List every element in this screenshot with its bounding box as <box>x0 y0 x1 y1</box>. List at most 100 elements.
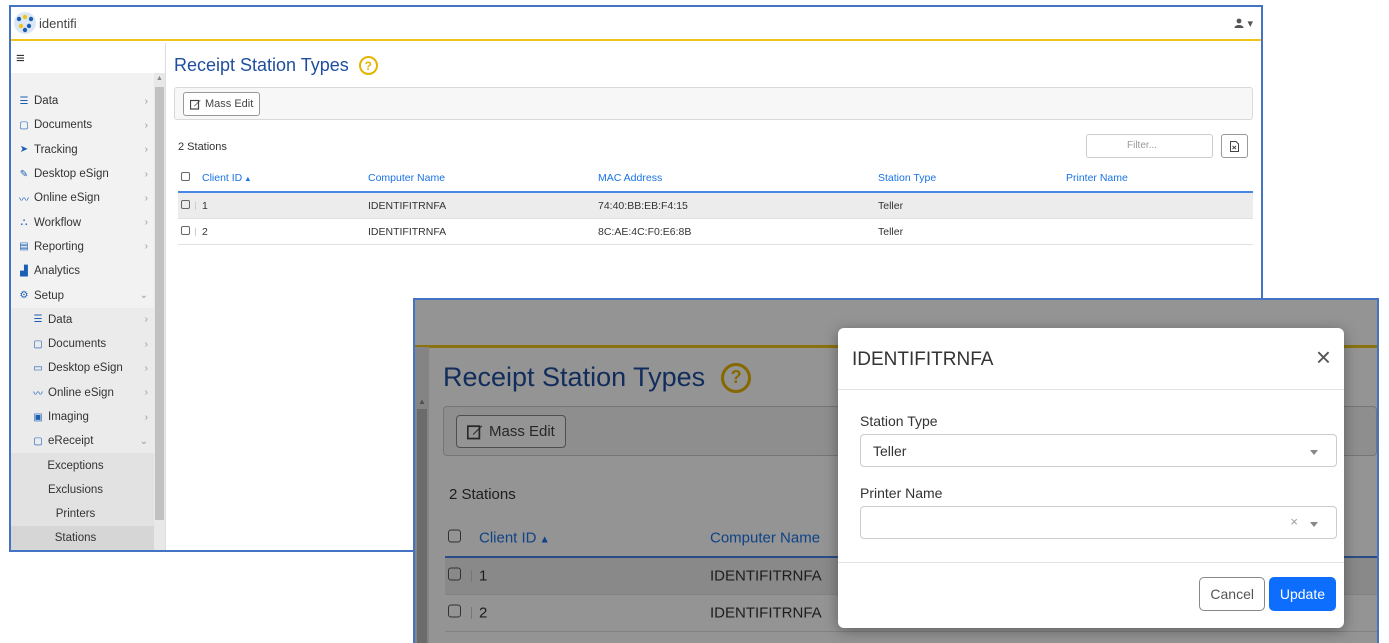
mass-edit-button[interactable]: Mass Edit <box>183 92 261 116</box>
scroll-up-icon[interactable]: ▲ <box>154 73 165 85</box>
sidebar-item-label: Online eSign <box>34 192 100 205</box>
sidebar-scrollbar[interactable]: ▲ <box>154 73 165 550</box>
sidebar-setup-item-documents[interactable]: ▢ Documents › <box>11 331 154 357</box>
column-header-printer-name[interactable]: Printer Name <box>1066 172 1128 184</box>
chevron-right-icon: › <box>144 362 148 374</box>
sidebar-setup-item-desktop-esign[interactable]: ▭ Desktop eSign › <box>11 356 154 381</box>
printer-name-select[interactable]: × <box>860 506 1337 539</box>
modal-header: IDENTIFITRNFA × <box>838 328 1344 390</box>
column-header-label: Computer Name <box>368 172 446 184</box>
sidebar: ≡ ☰ Data › ▢ Documents › ➤ Tracking › ✎ Desktop eS… <box>11 43 166 550</box>
cell-divider <box>195 201 196 210</box>
table-row[interactable]: 1 IDENTIFITRNFA 74:40:BB:EB:F4:15 Teller <box>178 193 1253 219</box>
sidebar-ereceipt-item-printers[interactable]: Printers <box>11 502 154 527</box>
chevron-down-icon: ▾ <box>1247 17 1253 30</box>
column-header-mac[interactable]: MAC Address <box>598 172 662 184</box>
receipt-icon: ▢ <box>33 435 43 447</box>
export-button[interactable] <box>1221 134 1248 158</box>
top-bar: identifi ▾ <box>11 7 1261 41</box>
select-all-cell <box>181 172 190 184</box>
sidebar-item-label: Setup <box>34 289 65 302</box>
table-header-row: Client ID ▲ Computer Name MAC Address Stati… <box>178 165 1253 193</box>
sidebar-setup-item-ereceipt[interactable]: ▢ eReceipt ⌄ <box>11 429 154 454</box>
monitor-icon: ▭ <box>33 362 43 374</box>
sidebar-ereceipt-item-exceptions[interactable]: Exceptions <box>11 453 154 478</box>
filter-input[interactable]: Filter... <box>1086 134 1213 158</box>
sidebar-item-workflow[interactable]: ⛬ Workflow › <box>11 210 154 234</box>
column-header-label: Printer Name <box>1066 172 1128 184</box>
sort-ascending-icon[interactable]: ▲ <box>242 174 251 183</box>
sidebar-setup-item-online-esign[interactable]: 〰 Online eSign › <box>11 380 154 405</box>
cell-divider <box>195 227 196 236</box>
cell-station-type: Teller <box>878 225 904 238</box>
sidebar-item-data[interactable]: ☰ Data › <box>11 89 154 113</box>
help-icon[interactable]: ? <box>358 56 378 75</box>
sidebar-item-reporting[interactable]: ▤ Reporting › <box>11 235 154 259</box>
stations-table: Client ID ▲ Computer Name MAC Address Stati… <box>178 165 1253 245</box>
scrollbar-thumb[interactable] <box>155 87 164 520</box>
cell-computer-name: IDENTIFITRNFA <box>368 225 447 238</box>
row-checkbox[interactable] <box>181 199 190 209</box>
row-select-cell <box>181 225 190 238</box>
chevron-right-icon: › <box>144 411 148 423</box>
database-icon: ☰ <box>33 314 43 326</box>
column-header-label: Client ID <box>202 172 243 184</box>
file-icon: ▤ <box>19 241 29 253</box>
user-menu[interactable]: ▾ <box>1234 17 1253 30</box>
sidebar-item-documents[interactable]: ▢ Documents › <box>11 113 154 137</box>
sidebar-item-label: Workflow <box>34 216 82 229</box>
sidebar-ereceipt-item-exclusions[interactable]: Exclusions <box>11 477 154 503</box>
sidebar-setup-item-imaging[interactable]: ▣ Imaging › <box>11 404 154 430</box>
cancel-button[interactable]: Cancel <box>1199 577 1265 611</box>
sidebar-item-label: Imaging <box>48 411 89 423</box>
printer-name-label: Printer Name <box>860 485 943 501</box>
sidebar-menu: ☰ Data › ▢ Documents › ➤ Tracking › ✎ Desktop eSig… <box>11 89 154 550</box>
sidebar-item-label: Exclusions <box>48 483 103 496</box>
hamburger-menu-icon[interactable]: ≡ <box>11 43 165 73</box>
sidebar-item-online-esign[interactable]: 〰 Online eSign › <box>11 186 154 210</box>
row-checkbox[interactable] <box>181 225 190 235</box>
update-button[interactable]: Update <box>1268 577 1336 611</box>
sidebar-item-setup[interactable]: ⚙ Setup ⌄ <box>11 283 154 307</box>
chevron-right-icon: › <box>144 144 148 156</box>
sidebar-item-label: Documents <box>34 119 93 132</box>
table-row[interactable]: 2 IDENTIFITRNFA 8C:AE:4C:F0:E6:8B Teller <box>178 219 1253 245</box>
sidebar-item-label: Documents <box>48 338 107 351</box>
sidebar-item-desktop-esign[interactable]: ✎ Desktop eSign › <box>11 162 154 186</box>
column-header-label: Station Type <box>878 172 937 184</box>
chevron-down-icon[interactable] <box>1310 522 1318 527</box>
logo[interactable]: identifi <box>13 11 77 35</box>
image-icon: ▣ <box>33 411 43 423</box>
chevron-right-icon: › <box>144 241 148 253</box>
station-type-select[interactable]: Teller <box>860 434 1337 467</box>
signature-icon: 〰 <box>19 194 29 206</box>
page-title: Receipt Station Types ? <box>174 55 378 76</box>
sidebar-item-label: Online eSign <box>48 386 114 399</box>
sidebar-item-tracking[interactable]: ➤ Tracking › <box>11 138 154 162</box>
close-icon[interactable]: × <box>1316 342 1331 372</box>
sidebar-item-label: Data <box>48 313 73 326</box>
clear-icon[interactable]: × <box>1290 514 1298 529</box>
send-icon: ➤ <box>19 144 29 156</box>
identifi-logo-icon <box>14 12 36 34</box>
column-header-computer-name[interactable]: Computer Name <box>368 172 445 184</box>
chevron-right-icon: › <box>144 119 148 131</box>
zoomed-callout: ▲ Receipt Station Types ? Mass Edit 2 St… <box>413 298 1379 643</box>
chevron-right-icon: › <box>144 338 148 350</box>
select-all-checkbox[interactable] <box>181 172 190 181</box>
sidebar-ereceipt-item-stations[interactable]: Stations <box>11 526 154 550</box>
sidebar-item-label: Desktop eSign <box>34 168 109 181</box>
cell-client-id: 1 <box>202 199 208 212</box>
station-type-label: Station Type <box>860 413 938 429</box>
sidebar-setup-item-data[interactable]: ☰ Data › <box>11 307 154 332</box>
sidebar-item-analytics[interactable]: ▟ Analytics <box>11 259 154 283</box>
export-file-icon <box>1230 140 1239 152</box>
sidebar-item-label: Reporting <box>34 240 84 253</box>
column-header-station-type[interactable]: Station Type <box>878 172 936 184</box>
mass-edit-label: Mass Edit <box>205 98 254 110</box>
sidebar-item-label: Exceptions <box>47 459 104 472</box>
station-type-value: Teller <box>873 443 907 459</box>
chevron-down-icon[interactable] <box>1310 450 1318 455</box>
chevron-right-icon: › <box>144 168 148 180</box>
column-header-client-id[interactable]: Client ID ▲ <box>202 172 252 184</box>
